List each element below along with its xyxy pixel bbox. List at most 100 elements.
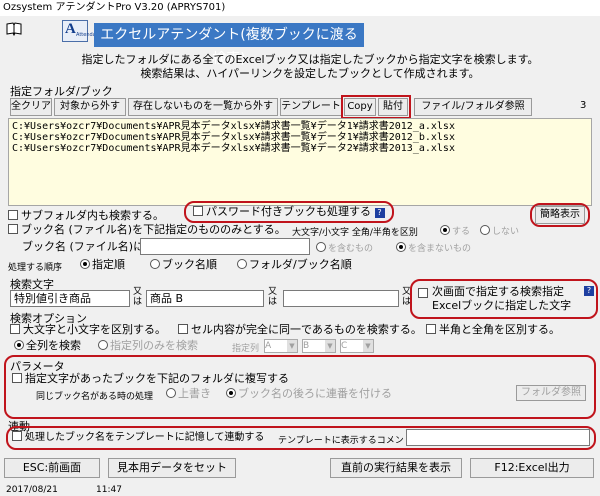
width-checkbox[interactable] <box>426 324 436 334</box>
case-no-label: しない <box>492 227 520 237</box>
append-serial-option[interactable]: ブック名の後ろに連番を付ける <box>226 387 392 401</box>
case-yes-option[interactable]: する <box>440 224 470 237</box>
search-term-2[interactable]: 商品 B <box>146 290 264 307</box>
order-folder-radio[interactable] <box>237 259 247 269</box>
specified-columns-label: 指定列のみを検索 <box>110 339 198 352</box>
password-checkbox[interactable] <box>193 206 203 216</box>
specified-columns-radio[interactable] <box>98 340 108 350</box>
order-folder-option[interactable]: フォルダ/ブック名順 <box>237 258 352 272</box>
not-contains-radio[interactable] <box>396 242 406 252</box>
next-screen-label-2: Excelブックに指定した文字 <box>432 299 572 312</box>
overwrite-label: 上書き <box>178 387 211 400</box>
paste-button[interactable]: 貼付 <box>378 98 408 116</box>
not-contains-label: を含まないもの <box>408 244 472 254</box>
specified-columns-option[interactable]: 指定列のみを検索 <box>98 339 198 353</box>
width-option[interactable]: 半角と全角を区別する。 <box>426 323 560 337</box>
chevron-down-icon: ▼ <box>363 340 373 352</box>
bookname-input[interactable] <box>140 238 310 255</box>
or-label-2: 又は <box>268 287 278 307</box>
comment-label: テンプレートに表示するコメント <box>278 436 413 446</box>
show-previous-result-button[interactable]: 直前の実行結果を表示 <box>330 458 462 478</box>
all-columns-label: 全列を検索 <box>26 339 81 352</box>
clear-all-button[interactable]: 全クリア <box>10 98 52 116</box>
subfolder-label: サブフォルダ内も検索する。 <box>21 209 164 222</box>
case-yes-label: する <box>452 227 471 237</box>
template-button[interactable]: テンプレート <box>280 98 342 116</box>
next-screen-help-icon[interactable]: ? <box>584 283 594 296</box>
folder-section-header: 指定フォルダ/ブック <box>10 85 113 98</box>
not-contains-option[interactable]: を含まないもの <box>396 241 471 254</box>
esc-back-button[interactable]: ESC:前画面 <box>4 458 100 478</box>
case-no-option[interactable]: しない <box>480 224 519 237</box>
column-select-2[interactable]: B ▼ <box>302 339 336 353</box>
copy-books-option[interactable]: 指定文字があったブックを下記のフォルダに複写する <box>12 372 289 386</box>
list-item[interactable]: C:¥Users¥ozcr7¥Documents¥APR見本データxlsx¥請求… <box>12 132 588 143</box>
order-specified-radio[interactable] <box>80 259 90 269</box>
all-columns-option[interactable]: 全列を検索 <box>14 339 81 353</box>
book-icon[interactable] <box>6 22 22 37</box>
case-yes-radio[interactable] <box>440 225 450 235</box>
comment-input[interactable] <box>406 429 590 446</box>
status-date: 2017/08/21 <box>6 485 58 495</box>
remove-button[interactable]: 対象から外す <box>54 98 126 116</box>
excel-output-button[interactable]: F12:Excel出力 <box>470 458 594 478</box>
search-term-1[interactable]: 特別値引き商品 <box>10 290 130 307</box>
password-option[interactable]: パスワード付きブックも処理する ? <box>193 205 385 219</box>
case-checkbox[interactable] <box>10 324 20 334</box>
case-option[interactable]: 大文字と小文字を区別する。 <box>10 323 166 337</box>
append-serial-radio[interactable] <box>226 388 236 398</box>
page-title: エクセルアテンダント(複数ブックに渡る検索) <box>94 23 364 67</box>
order-book-option[interactable]: ブック名順 <box>150 258 217 272</box>
file-folder-browse-button[interactable]: ファイル/フォルダ参照 <box>414 98 532 116</box>
list-item[interactable]: C:¥Users¥ozcr7¥Documents¥APR見本データxlsx¥請求… <box>12 143 588 154</box>
search-term-3[interactable] <box>283 290 399 307</box>
column-label: 指定列 <box>232 344 260 354</box>
bookname-label: ブック名 (ファイル名)に <box>22 240 145 253</box>
subfolder-checkbox[interactable] <box>8 210 18 220</box>
description-line-2: 検索結果は、ハイパーリンクを設定したブックとして作成されます。 <box>140 67 480 80</box>
order-book-label: ブック名順 <box>162 258 217 271</box>
contains-radio[interactable] <box>316 242 326 252</box>
next-screen-checkbox[interactable] <box>418 287 431 300</box>
copy-books-checkbox[interactable] <box>12 373 22 383</box>
list-item[interactable]: C:¥Users¥ozcr7¥Documents¥APR見本データxlsx¥請求… <box>12 121 588 132</box>
column-3-value: C <box>341 341 348 351</box>
bookname-filter-label: ブック名 (ファイル名)を下記指定のもののみとする。 <box>21 223 286 236</box>
record-option[interactable]: 処理したブック名をテンプレートに記憶して連動する <box>12 431 264 445</box>
case-sensitive-label: 大文字/小文字 全角/半角を区別 <box>292 228 418 238</box>
column-1-value: A <box>265 341 272 351</box>
column-select-1[interactable]: A ▼ <box>264 339 298 353</box>
file-list[interactable]: C:¥Users¥ozcr7¥Documents¥APR見本データxlsx¥請求… <box>8 118 592 206</box>
simple-view-button[interactable]: 簡略表示 <box>535 206 585 224</box>
remove-missing-button[interactable]: 存在しないものを一覧から外す <box>128 98 278 116</box>
bookname-filter-checkbox[interactable] <box>8 224 18 234</box>
description-line-1: 指定したフォルダにある全てのExcelブック又は指定したブックから指定文字を検索… <box>81 53 539 66</box>
exact-option[interactable]: セル内容が完全に同一であるものを検索する。 <box>178 323 422 337</box>
overwrite-radio[interactable] <box>166 388 176 398</box>
or-label-1: 又は <box>133 287 143 307</box>
app-logo-icon: A Attendant <box>62 20 101 42</box>
copy-button[interactable]: Copy <box>344 98 376 116</box>
exact-label: セル内容が完全に同一であるものを検索する。 <box>191 323 422 336</box>
order-book-radio[interactable] <box>150 259 160 269</box>
folder-browse-button[interactable]: フォルダ参照 <box>516 385 586 401</box>
help-icon[interactable]: ? <box>374 208 385 218</box>
next-screen-label: 次画面で指定する検索指定 <box>432 285 564 298</box>
case-no-radio[interactable] <box>480 225 490 235</box>
subfolder-option[interactable]: サブフォルダ内も検索する。 <box>8 209 164 223</box>
same-name-label: 同じブック名がある時の処理 <box>36 392 154 402</box>
record-checkbox[interactable] <box>12 431 22 441</box>
column-select-3[interactable]: C ▼ <box>340 339 374 353</box>
bookname-filter-option[interactable]: ブック名 (ファイル名)を下記指定のもののみとする。 <box>8 223 286 237</box>
case-label: 大文字と小文字を区別する。 <box>23 323 166 336</box>
status-time: 11:47 <box>96 485 122 495</box>
contains-option[interactable]: を含むもの <box>316 241 373 254</box>
all-columns-radio[interactable] <box>14 340 24 350</box>
overwrite-option[interactable]: 上書き <box>166 387 211 401</box>
set-sample-data-button[interactable]: 見本用データをセット <box>108 458 236 478</box>
append-serial-label: ブック名の後ろに連番を付ける <box>238 387 392 400</box>
record-label: 処理したブック名をテンプレートに記憶して連動する <box>25 432 265 443</box>
exact-checkbox[interactable] <box>178 324 188 334</box>
chevron-down-icon: ▼ <box>287 340 297 352</box>
order-specified-option[interactable]: 指定順 <box>80 258 125 272</box>
